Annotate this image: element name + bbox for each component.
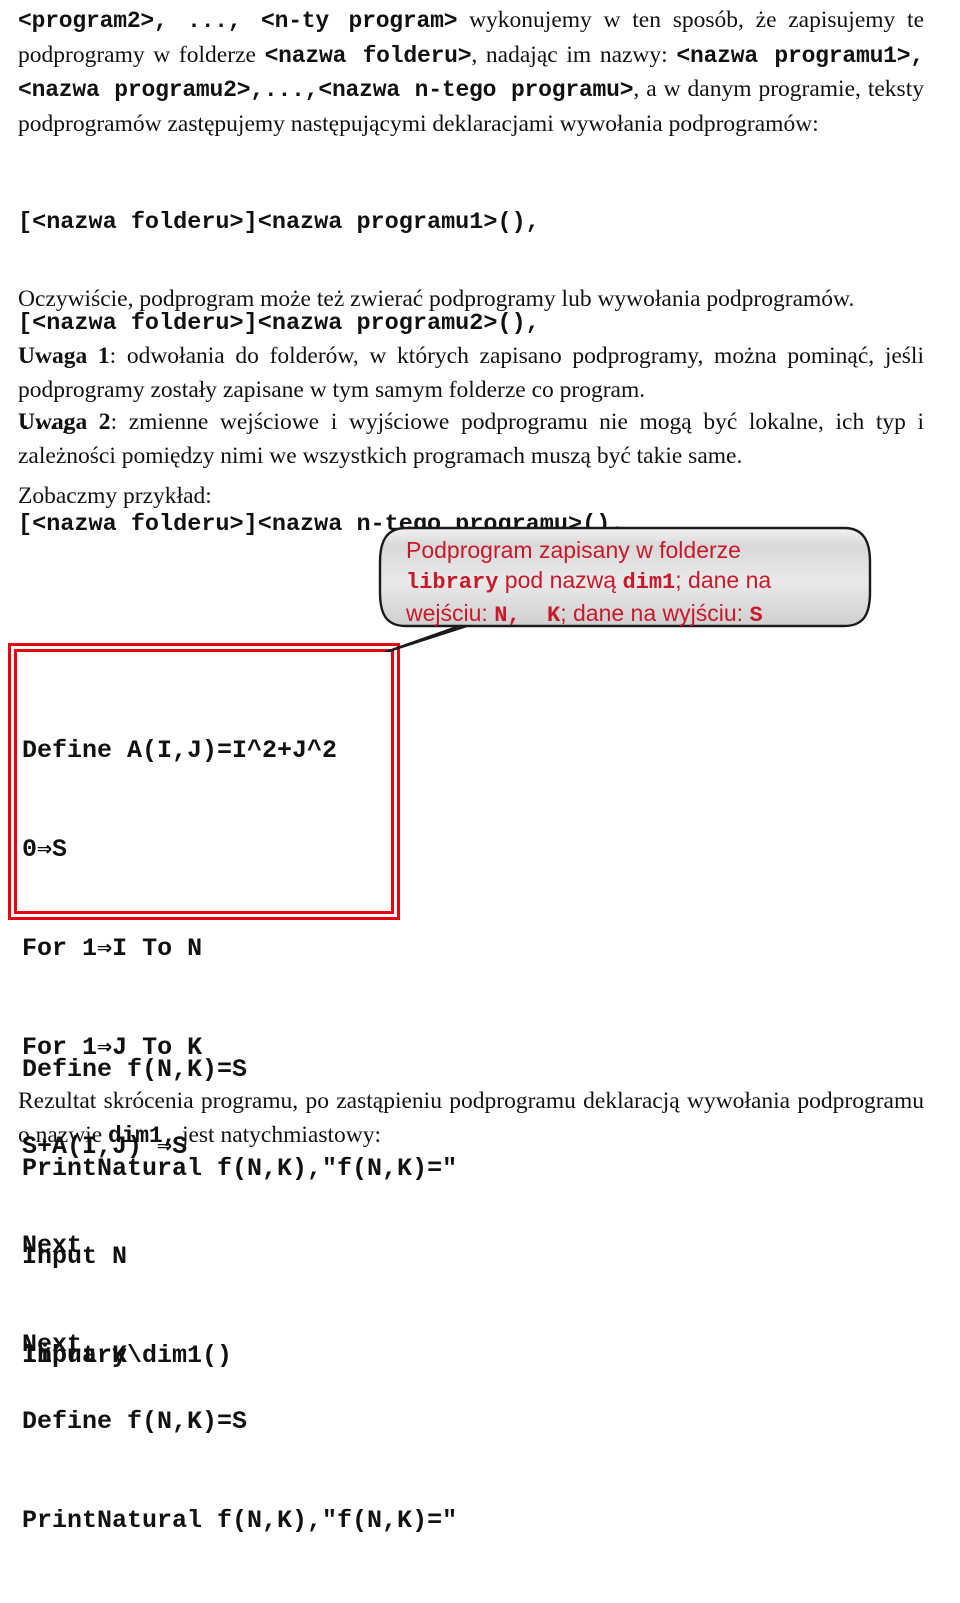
- callout-text: Podprogram zapisany w folderze library po…: [406, 535, 852, 631]
- note-obvious-text: Oczywiście, podprogram może też zwierać …: [18, 286, 855, 312]
- intro-code-1: <program2>, ..., <n-ty program>: [18, 8, 458, 34]
- shortened-line: PrintNatural f(N,K),"f(N,K)=": [22, 1506, 458, 1535]
- intro-code-2: <nazwa folderu>: [264, 42, 472, 69]
- subprogram-code: Define A(I,J)=I^2+J^2 0⇒S For 1⇒I To N F…: [22, 668, 337, 1427]
- callout-line-3b: ; dane na wyjściu:: [560, 600, 750, 626]
- example-lead-text: Zobaczmy przykład:: [18, 483, 212, 509]
- callout-line-1: Podprogram zapisany w folderze: [406, 537, 741, 563]
- intro-text-2: , nadając im nazwy:: [471, 41, 677, 68]
- callout-mono-dim1: dim1: [622, 570, 676, 595]
- example-lead: Zobaczmy przykład:: [18, 480, 924, 514]
- note-2-text: : zmienne wejściowe i wyjściowe podprogr…: [18, 409, 924, 469]
- note-2: Uwaga 2: zmienne wejściowe i wyjściowe p…: [18, 406, 924, 473]
- callout-mono-library: library: [406, 570, 499, 595]
- note-1: Uwaga 1: odwołania do folderów, w któryc…: [18, 340, 924, 407]
- subprogram-line: Next: [22, 1231, 83, 1260]
- callout-line-2b: ; dane na: [675, 567, 772, 593]
- callout-mono-s: S: [749, 603, 763, 628]
- declaration-line: [<nazwa folderu>]<nazwa programu1>(),: [18, 209, 540, 236]
- subprogram-line: Define A(I,J)=I^2+J^2: [22, 736, 338, 765]
- callout-mono-nk: N, K: [494, 603, 561, 628]
- note-1-label: Uwaga 1: [18, 343, 110, 369]
- callout-line-3a: wejściu:: [406, 600, 495, 626]
- callout-bubble: Podprogram zapisany w folderze library po…: [372, 522, 876, 652]
- subprogram-line: S+A(I,J) ⇒S: [22, 1132, 188, 1161]
- document-page: <program2>, ..., <n-ty program> wykonuje…: [0, 0, 960, 1535]
- note-1-text: : odwołania do folderów, w których zapis…: [18, 343, 924, 403]
- note-obvious: Oczywiście, podprogram może też zwierać …: [18, 283, 924, 317]
- intro-paragraph: <program2>, ..., <n-ty program> wykonuje…: [18, 4, 924, 141]
- subprogram-line: Next: [22, 1330, 83, 1359]
- subprogram-line: For 1⇒I To N: [22, 934, 203, 963]
- subprogram-line: 0⇒S: [22, 835, 68, 864]
- note-2-label: Uwaga 2: [18, 409, 111, 435]
- subprogram-line: For 1⇒J To K: [22, 1033, 203, 1062]
- callout-line-2a: pod nazwą: [498, 567, 623, 593]
